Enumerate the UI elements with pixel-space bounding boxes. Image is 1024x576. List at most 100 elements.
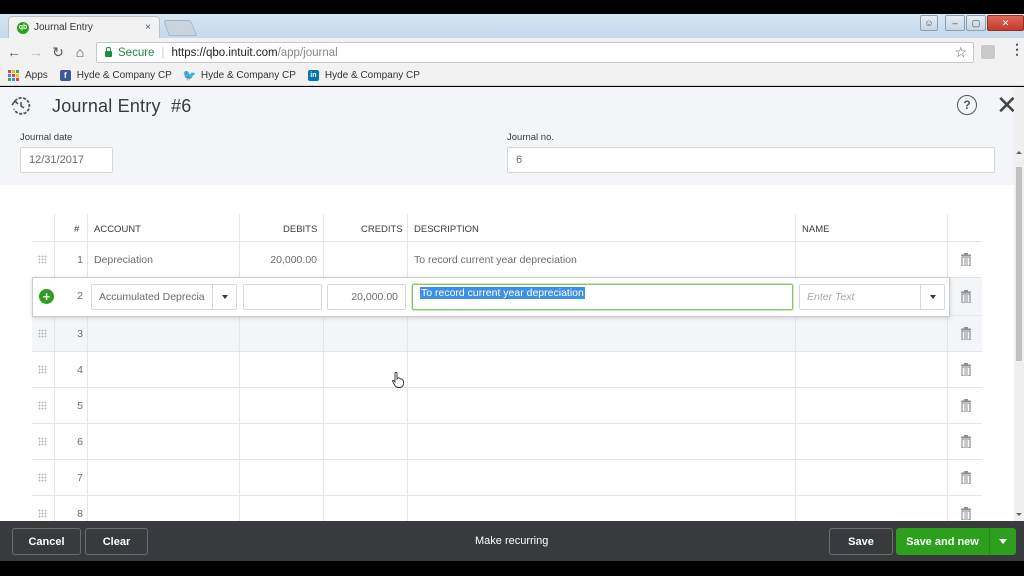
bookmark-facebook[interactable]: f Hyde & Company CP xyxy=(59,70,172,81)
column-divider xyxy=(87,214,88,521)
home-icon[interactable]: ⌂ xyxy=(69,41,91,63)
drag-handle-icon[interactable] xyxy=(38,329,47,338)
row-number: 6 xyxy=(77,436,83,448)
trash-icon[interactable] xyxy=(961,507,971,520)
twitter-icon: 🐦 xyxy=(182,70,197,82)
row-number: 2 xyxy=(77,290,83,302)
journal-date-input[interactable]: 12/31/2017 xyxy=(20,147,113,173)
make-recurring-link[interactable]: Make recurring xyxy=(475,535,548,547)
row-number: 4 xyxy=(77,364,83,376)
address-bar[interactable]: Secure | https://qbo.intuit.com/app/jour… xyxy=(96,42,974,63)
bookmark-star-icon[interactable]: ☆ xyxy=(954,44,967,61)
scroll-down-arrow-icon[interactable] xyxy=(1016,513,1022,516)
column-divider xyxy=(947,214,948,521)
journal-no-label: Journal no. xyxy=(507,132,555,143)
browser-tab[interactable]: qb Journal Entry × xyxy=(8,16,160,38)
url-host: https://qbo.intuit.com xyxy=(171,46,278,59)
maximize-button[interactable]: ▢ xyxy=(966,15,986,31)
account-cell[interactable]: Depreciation xyxy=(94,254,153,266)
account-select[interactable]: Accumulated Deprecia xyxy=(91,284,237,310)
journal-date-label: Journal date xyxy=(20,132,73,143)
description-input[interactable]: To record current year depreciation xyxy=(412,284,793,310)
description-selected-text: To record current year depreciation xyxy=(420,287,585,299)
column-divider xyxy=(795,214,796,521)
bookmark-label: Apps xyxy=(25,70,48,81)
credits-input[interactable]: 20,000.00 xyxy=(327,284,406,310)
trash-icon[interactable] xyxy=(961,435,971,448)
account-value: Accumulated Deprecia xyxy=(99,291,205,303)
col-header-description: DESCRIPTION xyxy=(414,224,479,235)
table-row[interactable]: 3 xyxy=(32,316,982,352)
drag-handle-icon[interactable] xyxy=(38,401,47,410)
tab-close-icon[interactable]: × xyxy=(145,22,151,33)
quickbooks-logo-icon: qb xyxy=(17,21,29,34)
window-close-button[interactable]: ✕ xyxy=(987,15,1024,31)
save-and-new-button[interactable]: Save and new xyxy=(896,528,990,555)
scroll-up-arrow-icon[interactable] xyxy=(1016,151,1022,154)
row-number: 1 xyxy=(77,254,83,266)
table-row[interactable]: 6 xyxy=(32,424,982,460)
trash-icon[interactable] xyxy=(961,327,971,340)
table-row[interactable]: 5 xyxy=(32,388,982,424)
browser-menu-icon[interactable]: ⋮ xyxy=(1010,41,1024,58)
minimize-button[interactable]: – xyxy=(945,15,965,31)
account-dropdown-icon[interactable] xyxy=(212,285,236,309)
extension-icon[interactable] xyxy=(981,45,995,59)
table-row[interactable]: 8 xyxy=(32,496,982,521)
trash-icon[interactable] xyxy=(961,471,971,484)
save-options-dropdown-icon[interactable] xyxy=(990,528,1016,555)
bookmark-label: Hyde & Company CP xyxy=(76,70,172,81)
help-icon[interactable]: ? xyxy=(957,95,977,115)
trash-icon[interactable] xyxy=(961,363,971,376)
col-header-num: # xyxy=(74,224,80,235)
bookmark-linkedin[interactable]: in Hyde & Company CP xyxy=(307,70,420,81)
bookmark-label: Hyde & Company CP xyxy=(200,70,296,81)
description-cell[interactable]: To record current year depreciation xyxy=(414,254,577,266)
back-arrow-icon[interactable]: ← xyxy=(3,41,25,63)
mouse-cursor-hand-icon xyxy=(392,372,404,388)
page-scrollbar[interactable] xyxy=(1014,87,1024,521)
drag-handle-icon[interactable] xyxy=(38,509,47,518)
journal-header: Journal Entry #6 ? ✕ Journal date 12/31/… xyxy=(0,87,1018,185)
drag-handle-icon[interactable] xyxy=(38,255,47,264)
add-line-icon[interactable]: + xyxy=(39,289,54,304)
row-number: 8 xyxy=(77,508,83,520)
save-button[interactable]: Save xyxy=(829,528,893,555)
cancel-button[interactable]: Cancel xyxy=(12,528,81,555)
apps-icon xyxy=(8,70,19,81)
recent-transactions-icon[interactable] xyxy=(10,95,32,117)
row-number: 3 xyxy=(77,328,83,340)
table-row-editing[interactable]: + 2 Accumulated Deprecia 20,000.00 To re… xyxy=(32,277,950,317)
page-title: Journal Entry #6 xyxy=(52,96,192,116)
table-row[interactable]: 1 Depreciation 20,000.00 To record curre… xyxy=(32,242,982,278)
clear-button[interactable]: Clear xyxy=(85,528,148,555)
save-and-new-split-button: Save and new xyxy=(896,528,1016,555)
forward-arrow-icon[interactable]: → xyxy=(25,41,47,63)
secure-label: Secure xyxy=(118,46,155,59)
reload-icon[interactable]: ↻ xyxy=(47,41,69,63)
row-number: 5 xyxy=(77,400,83,412)
new-tab-button[interactable] xyxy=(163,20,197,36)
drag-handle-icon[interactable] xyxy=(38,365,47,374)
profile-icon[interactable]: ☺ xyxy=(920,15,938,31)
trash-icon[interactable] xyxy=(961,399,971,412)
col-header-debits: DEBITS xyxy=(283,224,318,235)
trash-icon[interactable] xyxy=(961,253,971,266)
journal-entry-app: Journal Entry #6 ? ✕ Journal date 12/31/… xyxy=(0,87,1024,521)
column-divider xyxy=(323,214,324,521)
debits-cell[interactable]: 20,000.00 xyxy=(240,254,317,266)
lock-icon xyxy=(105,46,112,57)
drag-handle-icon[interactable] xyxy=(38,437,47,446)
name-dropdown-icon[interactable] xyxy=(920,285,944,309)
drag-handle-icon[interactable] xyxy=(38,473,47,482)
table-row[interactable]: 4 xyxy=(32,352,982,388)
scroll-thumb[interactable] xyxy=(1016,167,1022,361)
journal-no-input[interactable]: 6 xyxy=(507,147,995,173)
table-row[interactable]: 7 xyxy=(32,460,982,496)
bookmark-twitter[interactable]: 🐦 Hyde & Company CP xyxy=(182,70,296,82)
name-select[interactable]: Enter Text xyxy=(799,284,945,310)
column-divider xyxy=(54,214,55,521)
trash-icon[interactable] xyxy=(961,290,971,303)
bookmark-apps[interactable]: Apps xyxy=(8,70,48,81)
debits-input[interactable] xyxy=(243,284,322,310)
